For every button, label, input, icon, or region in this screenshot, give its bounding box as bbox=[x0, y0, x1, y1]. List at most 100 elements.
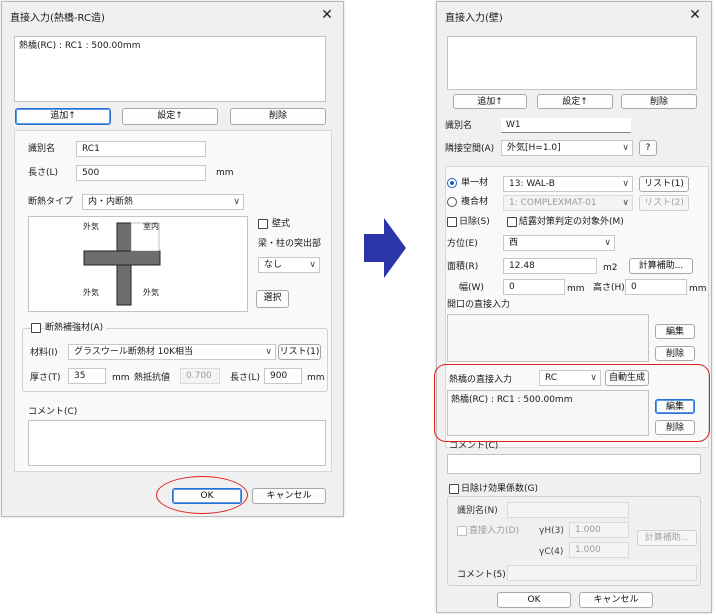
length2-field[interactable]: 900 bbox=[264, 368, 302, 384]
left-titlebar: 直接入力(熱橋-RC造) ✕ bbox=[2, 2, 343, 30]
chevron-down-icon: ∨ bbox=[590, 373, 597, 383]
thermal-bridge-list[interactable]: 熱橋(RC) : RC1 : 500.00mm bbox=[14, 36, 326, 102]
ok-button[interactable]: OK bbox=[172, 488, 242, 504]
shade-calc-button: 計算補助... bbox=[637, 530, 697, 546]
shade-checkbox[interactable] bbox=[447, 217, 457, 227]
width-field[interactable]: 0 bbox=[503, 279, 565, 295]
shade-id-label: 識別名(N) bbox=[457, 506, 498, 516]
select-button[interactable]: 選択 bbox=[256, 290, 289, 308]
comment-field[interactable] bbox=[447, 454, 701, 474]
wall-list[interactable] bbox=[447, 36, 697, 90]
composite-material-label: 複合材 bbox=[461, 197, 489, 207]
list2-button: リスト(2) bbox=[639, 195, 689, 211]
chevron-down-icon: ∨ bbox=[622, 198, 629, 208]
outside-label-top-left: 外気 bbox=[83, 222, 99, 231]
section-diagram: 外気 室内 外気 外気 bbox=[28, 216, 248, 312]
opening-edit-button[interactable]: 編集 bbox=[655, 324, 695, 339]
length-label: 長さ(L) bbox=[28, 168, 59, 178]
cancel-button[interactable]: キャンセル bbox=[252, 488, 326, 504]
right-dialog-title: 直接入力(壁) bbox=[445, 13, 503, 24]
opening-label: 開口の直接入力 bbox=[447, 300, 511, 310]
outside-label-bottom-left: 外気 bbox=[83, 288, 99, 297]
yh-label: γH(3) bbox=[539, 526, 564, 536]
help-button[interactable]: ? bbox=[639, 140, 657, 156]
reinforcement-checkbox[interactable] bbox=[31, 323, 41, 333]
wall-type-checkbox[interactable] bbox=[258, 219, 268, 229]
opening-delete-button[interactable]: 削除 bbox=[655, 346, 695, 361]
beam-select[interactable]: なし ∨ bbox=[258, 257, 320, 273]
reinforcement-label: 断熱補強材(A) bbox=[45, 322, 107, 334]
thermal-bridge-list[interactable]: 熱橋(RC) : RC1 : 500.00mm bbox=[447, 390, 649, 436]
insulation-type-select[interactable]: 内・内断熱 ∨ bbox=[82, 194, 244, 210]
single-material-label: 単一材 bbox=[461, 178, 489, 188]
condensation-checkbox[interactable] bbox=[507, 217, 517, 227]
id-field[interactable]: W1 bbox=[501, 118, 631, 133]
list1-button[interactable]: リスト(1) bbox=[639, 176, 689, 192]
close-icon[interactable]: ✕ bbox=[317, 5, 337, 25]
yc-field: 1.000 bbox=[569, 542, 629, 558]
add-button[interactable]: 追加↑ bbox=[15, 108, 111, 125]
calc-button[interactable]: 計算補助... bbox=[629, 258, 693, 274]
list-item[interactable]: 熱橋(RC) : RC1 : 500.00mm bbox=[19, 40, 140, 52]
area-label: 面積(R) bbox=[447, 262, 479, 272]
opening-list[interactable] bbox=[447, 314, 649, 362]
shade-label: 日除(S) bbox=[459, 217, 490, 227]
left-dialog: 直接入力(熱橋-RC造) ✕ 熱橋(RC) : RC1 : 500.00mm 追… bbox=[1, 1, 344, 517]
chevron-down-icon: ∨ bbox=[622, 179, 629, 189]
area-field[interactable]: 12.48 bbox=[503, 258, 597, 274]
width-label: 幅(W) bbox=[459, 283, 484, 293]
chevron-down-icon: ∨ bbox=[622, 143, 629, 153]
comment-label: コメント(C) bbox=[28, 407, 78, 417]
ok-button[interactable]: OK bbox=[497, 592, 571, 608]
comment-field[interactable] bbox=[28, 420, 326, 466]
set-button[interactable]: 設定↑ bbox=[537, 94, 613, 109]
length-field[interactable]: 500 bbox=[76, 165, 206, 181]
direction-value: 西 bbox=[509, 238, 519, 248]
adjacent-select[interactable]: 外気[H=1.0] ∨ bbox=[501, 140, 633, 156]
id-label: 識別名 bbox=[445, 121, 473, 131]
shade-effect-checkbox[interactable] bbox=[449, 484, 459, 494]
inside-label-top-right: 室内 bbox=[143, 222, 159, 231]
set-button[interactable]: 設定↑ bbox=[122, 108, 218, 125]
adjacent-label: 隣接空間(A) bbox=[445, 144, 495, 154]
thermal-bridge-type-value: RC bbox=[545, 373, 558, 383]
width-unit: mm bbox=[567, 284, 585, 294]
thermal-bridge-type-select[interactable]: RC ∨ bbox=[539, 370, 601, 386]
material-list-button[interactable]: リスト(1) bbox=[278, 344, 321, 360]
thickness-field[interactable]: 35 bbox=[68, 368, 106, 384]
auto-generate-button[interactable]: 自動生成 bbox=[605, 370, 649, 386]
delete-button[interactable]: 削除 bbox=[230, 108, 326, 125]
length2-label: 長さ(L) bbox=[230, 373, 261, 383]
shade-id-field bbox=[507, 502, 629, 518]
composite-material-select: 1: COMPLEXMAT-01 ∨ bbox=[503, 195, 633, 211]
beam-label: 梁・柱の突出部 bbox=[258, 239, 322, 249]
tb-edit-button[interactable]: 編集 bbox=[655, 399, 695, 414]
single-material-select[interactable]: 13: WAL-B ∨ bbox=[503, 176, 633, 192]
chevron-down-icon: ∨ bbox=[233, 197, 240, 207]
direction-select[interactable]: 西 ∨ bbox=[503, 235, 615, 251]
insulation-type-value: 内・内断熱 bbox=[88, 197, 134, 207]
single-material-radio[interactable] bbox=[447, 178, 457, 188]
insulation-type-label: 断熱タイプ bbox=[28, 197, 74, 207]
tb-delete-button[interactable]: 削除 bbox=[655, 420, 695, 435]
close-icon[interactable]: ✕ bbox=[685, 5, 705, 25]
list-item[interactable]: 熱橋(RC) : RC1 : 500.00mm bbox=[451, 394, 572, 406]
shade-comment-field bbox=[507, 565, 697, 581]
thickness-unit: mm bbox=[112, 373, 130, 383]
material-select[interactable]: グラスウール断熱材 10K相当 ∨ bbox=[68, 344, 276, 360]
id-field[interactable]: RC1 bbox=[76, 141, 206, 157]
id-label: 識別名 bbox=[28, 144, 56, 154]
area-unit: m2 bbox=[603, 263, 618, 273]
composite-material-radio[interactable] bbox=[447, 197, 457, 207]
cancel-button[interactable]: キャンセル bbox=[579, 592, 653, 608]
height-field[interactable]: 0 bbox=[625, 279, 687, 295]
direction-label: 方位(E) bbox=[447, 239, 478, 249]
chevron-down-icon: ∨ bbox=[604, 238, 611, 248]
add-button[interactable]: 追加↑ bbox=[453, 94, 527, 109]
height-unit: mm bbox=[689, 284, 707, 294]
cross-section-drawing bbox=[83, 222, 161, 306]
delete-button[interactable]: 削除 bbox=[621, 94, 697, 109]
comment-label: コメント(C) bbox=[449, 441, 499, 451]
condensation-label: 結露対策判定の対象外(M) bbox=[519, 217, 624, 227]
length2-unit: mm bbox=[307, 373, 325, 383]
